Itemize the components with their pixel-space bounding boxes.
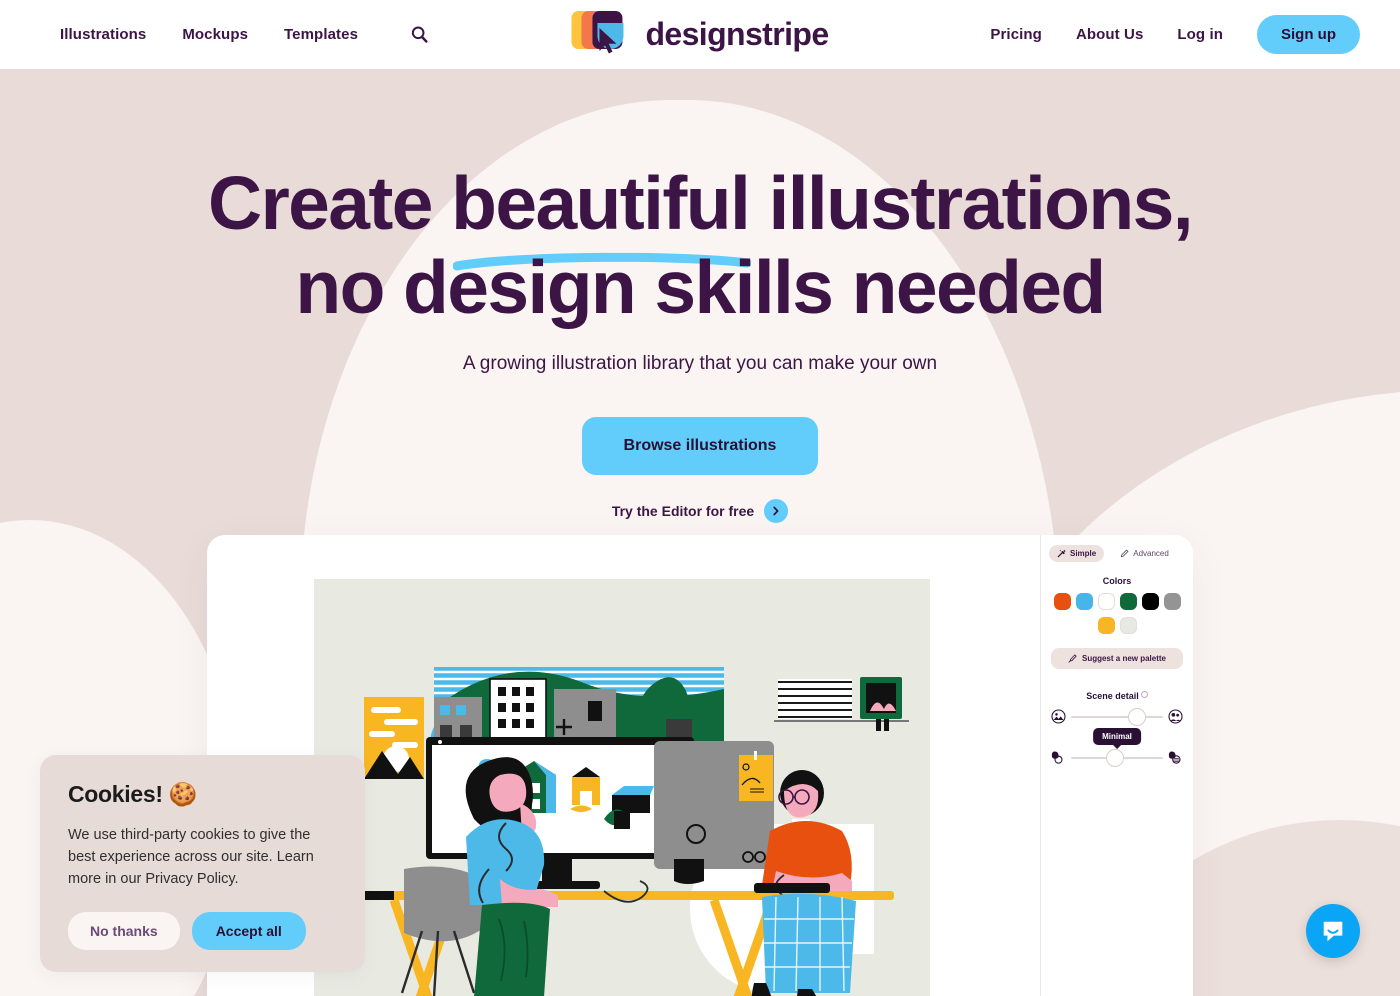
try-editor-label: Try the Editor for free (611, 503, 755, 519)
search-glyph (411, 26, 428, 43)
headline-text-c: illustrations, (749, 161, 1193, 245)
blob-simple-icon (1051, 751, 1063, 764)
chevron-right-glyph (773, 506, 779, 516)
try-editor-link[interactable]: Try the Editor for free (611, 499, 789, 523)
office-scene-illustration (314, 579, 930, 996)
color-swatch-yellow[interactable] (1097, 617, 1115, 634)
brand-logo[interactable]: designstripe (571, 9, 829, 61)
nav-item-templates[interactable]: Templates (284, 26, 358, 43)
accept-all-button[interactable]: Accept all (191, 912, 306, 950)
cookie-emoji-icon: 🍪 (168, 781, 198, 807)
pencil-icon (1121, 549, 1129, 558)
hero-subtitle: A growing illustration library that you … (462, 353, 938, 374)
color-swatch-gray[interactable] (1163, 593, 1181, 610)
no-thanks-button[interactable]: No thanks (68, 912, 180, 950)
people-icon (1168, 709, 1183, 724)
browse-illustrations-button[interactable]: Browse illustrations (581, 417, 819, 475)
editor-mode-tabs: Simple Advanced (1049, 545, 1185, 562)
hero-section: Create beautiful illustrations, no desig… (0, 161, 1400, 523)
level-detail-slider[interactable] (1071, 748, 1163, 767)
suggest-palette-button[interactable]: Suggest a new palette (1051, 648, 1183, 669)
scene-detail-slider[interactable] (1071, 707, 1163, 726)
headline-text-b: beautiful (451, 161, 751, 245)
secondary-nav: Pricing About Us Log in Sign up (990, 15, 1360, 54)
cookie-banner-title: Cookies! 🍪 (68, 781, 337, 808)
colors-section-title: Colors (1102, 576, 1132, 586)
sign-up-button[interactable]: Sign up (1257, 15, 1360, 54)
color-swatch-row-2 (1049, 617, 1185, 634)
cursor-arrow-icon (599, 27, 617, 53)
tab-simple[interactable]: Simple (1049, 545, 1105, 562)
cookie-banner-body: We use third-party cookies to give the b… (68, 827, 314, 887)
color-swatch-black[interactable] (1141, 593, 1159, 610)
scene-detail-slider-knob[interactable] (1128, 707, 1147, 726)
magic-wand-icon (1057, 549, 1066, 558)
blob-detail-icon (1168, 751, 1181, 764)
color-swatch-orange[interactable] (1053, 593, 1071, 610)
search-icon[interactable] (406, 22, 432, 48)
headline-line-2: no design skills needed (295, 245, 1106, 329)
level-detail-slider-row: Minimal (1049, 728, 1185, 767)
tab-advanced[interactable]: Advanced (1112, 545, 1177, 562)
suggest-palette-label: Suggest a new palette (1081, 654, 1167, 663)
cookie-banner-actions: No thanks Accept all (68, 912, 337, 950)
cookie-consent-banner: Cookies! 🍪 We use third-party cookies to… (40, 755, 365, 972)
color-swatch-light-gray[interactable] (1119, 617, 1137, 634)
color-swatch-row-1 (1049, 593, 1185, 610)
site-header: Illustrations Mockups Templates designst… (0, 0, 1400, 69)
color-swatch-green[interactable] (1119, 593, 1137, 610)
level-detail-slider-knob[interactable] (1106, 748, 1125, 767)
scene-detail-text: Scene detail (1086, 691, 1139, 701)
chevron-right-icon (764, 499, 789, 523)
info-icon[interactable] (1140, 691, 1148, 698)
intercom-chat-icon (1323, 921, 1343, 942)
headline-line-1: Create beautiful illustrations, (0, 161, 1400, 271)
page-title: Create beautiful illustrations, no desig… (0, 161, 1400, 329)
scene-detail-title: Scene detail (1049, 691, 1185, 701)
color-swatch-blue[interactable] (1075, 593, 1093, 610)
primary-nav: Illustrations Mockups Templates (60, 22, 432, 48)
headline-text-a: Create (208, 161, 452, 245)
nav-item-mockups[interactable]: Mockups (182, 26, 248, 43)
scene-detail-slider-row (1049, 707, 1185, 726)
image-icon (1051, 709, 1066, 724)
intercom-chat-button[interactable] (1306, 904, 1360, 958)
nav-item-illustrations[interactable]: Illustrations (60, 26, 146, 43)
nav-item-about-us[interactable]: About Us (1076, 26, 1143, 43)
color-swatch-white[interactable] (1097, 593, 1115, 610)
tab-advanced-label: Advanced (1133, 549, 1169, 558)
paintbrush-icon (1068, 654, 1077, 663)
nav-item-log-in[interactable]: Log in (1177, 26, 1223, 43)
illustration-artboard[interactable] (314, 579, 930, 996)
nav-item-pricing[interactable]: Pricing (990, 26, 1042, 43)
tab-simple-label: Simple (1070, 549, 1097, 558)
slider-tooltip: Minimal (1093, 728, 1141, 745)
brand-name: designstripe (645, 16, 829, 52)
headline-emphasis-word: beautiful (451, 161, 752, 271)
editor-side-panel: Simple Advanced Colors Suggest a new pal… (1040, 535, 1193, 996)
designstripe-logo-icon (571, 9, 631, 61)
cookie-title-text: Cookies! (68, 781, 163, 807)
